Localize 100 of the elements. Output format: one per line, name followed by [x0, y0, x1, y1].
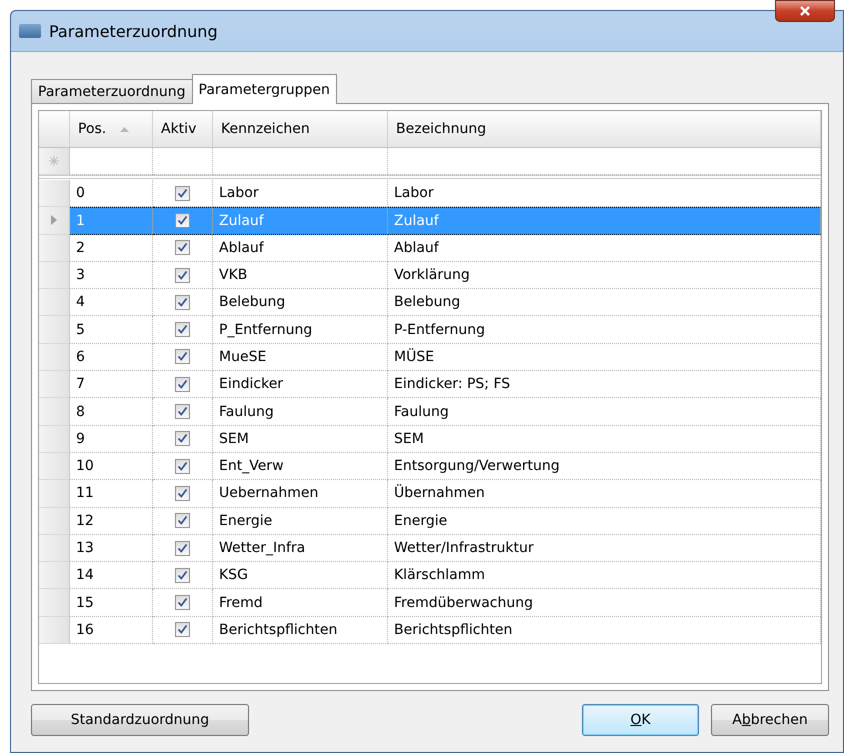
checkbox[interactable]	[175, 431, 190, 446]
checkbox[interactable]	[175, 568, 190, 583]
table-cell: 12	[70, 508, 153, 535]
table-cell: Energie	[213, 508, 388, 535]
table-cell: Berichtspflichten	[213, 616, 388, 644]
table-cell: 3	[70, 262, 153, 290]
row-header[interactable]	[39, 316, 70, 344]
table-cell: MueSE	[213, 344, 388, 372]
table-cell: Ablauf	[213, 234, 388, 262]
table-cell: 0	[70, 180, 153, 208]
table-cell: 14	[70, 562, 153, 590]
checkbox[interactable]	[175, 349, 190, 364]
checkbox[interactable]	[175, 294, 190, 310]
table-cell: 7	[70, 371, 153, 398]
table-cell: Eindicker	[213, 371, 388, 398]
table-cell: Übernahmen	[388, 480, 821, 508]
table-cell: Fremdüberwachung	[388, 589, 821, 617]
column-header[interactable]: Bezeichnung	[388, 111, 821, 148]
row-header[interactable]	[39, 289, 70, 316]
table-cell: Labor	[388, 180, 821, 208]
table-cell: Entsorgung/Verwertung	[388, 452, 821, 480]
current-row-icon	[51, 215, 57, 226]
checkbox[interactable]	[175, 322, 190, 338]
table-cell: Eindicker: PS; FS	[388, 371, 821, 398]
table-cell: Energie	[388, 508, 821, 535]
table-cell: Uebernahmen	[213, 480, 388, 508]
table-cell: 6	[70, 344, 153, 372]
tab[interactable]: Parametergruppen	[192, 74, 337, 104]
table-cell: 5	[70, 316, 153, 344]
table-cell: Faulung	[388, 398, 821, 426]
row-header[interactable]	[39, 480, 70, 508]
row-header[interactable]	[39, 262, 70, 290]
table-cell: SEM	[213, 426, 388, 453]
table-cell: P_Entfernung	[213, 316, 388, 344]
close-icon	[799, 5, 811, 17]
checkbox[interactable]	[175, 540, 190, 556]
table-cell: MÜSE	[388, 344, 821, 372]
table-cell: Klärschlamm	[388, 562, 821, 590]
checkbox[interactable]	[175, 595, 190, 610]
table-cell: 11	[70, 480, 153, 508]
table-cell: 4	[70, 289, 153, 316]
app-logo-icon	[19, 24, 41, 38]
row-header[interactable]	[39, 426, 70, 453]
window-title: Parameterzuordnung	[49, 22, 218, 40]
checkbox[interactable]	[175, 240, 190, 256]
table-cell: Faulung	[213, 398, 388, 426]
row-header[interactable]	[39, 371, 70, 398]
ok-button[interactable]: OK	[582, 704, 699, 736]
checkbox[interactable]	[175, 458, 190, 474]
table-cell: Zulauf	[213, 207, 388, 235]
checkbox[interactable]	[175, 376, 190, 392]
cancel-button[interactable]: Abbrechen	[711, 704, 829, 736]
row-header[interactable]	[39, 234, 70, 262]
checkbox[interactable]	[175, 186, 190, 201]
row-header[interactable]	[39, 180, 70, 208]
table-cell: 16	[70, 616, 153, 644]
table-cell: Zulauf	[388, 207, 821, 235]
row-header[interactable]	[39, 452, 70, 480]
row-header[interactable]	[39, 398, 70, 426]
asterisk-icon	[49, 156, 59, 166]
checkbox[interactable]	[175, 513, 190, 528]
row-header[interactable]	[39, 562, 70, 590]
table-cell: VKB	[213, 262, 388, 290]
checkbox[interactable]	[175, 622, 190, 638]
table-cell: Ent_Verw	[213, 452, 388, 480]
table-cell: KSG	[213, 562, 388, 590]
table-cell: 2	[70, 234, 153, 262]
row-header[interactable]	[39, 589, 70, 617]
table-cell: Belebung	[213, 289, 388, 316]
row-header[interactable]	[39, 207, 70, 235]
sort-arrow-icon	[120, 126, 130, 132]
tab[interactable]: Parameterzuordnung	[31, 79, 193, 104]
standard-button[interactable]: Standardzuordnung	[31, 704, 249, 736]
row-header[interactable]	[39, 534, 70, 562]
row-header[interactable]	[39, 344, 70, 372]
close-button[interactable]	[775, 0, 835, 22]
column-header[interactable]: Kennzeichen	[213, 111, 388, 148]
table-cell: Wetter/Infrastruktur	[388, 534, 821, 562]
table-cell: Fremd	[213, 589, 388, 617]
table-cell: 8	[70, 398, 153, 426]
column-header[interactable]: Aktiv	[153, 111, 213, 148]
table-cell: SEM	[388, 426, 821, 453]
table-cell: 15	[70, 589, 153, 617]
table-cell: 9	[70, 426, 153, 453]
table-cell: 13	[70, 534, 153, 562]
row-header[interactable]	[39, 508, 70, 535]
table-cell: 1	[70, 207, 153, 235]
column-header[interactable]: Pos.	[70, 111, 153, 148]
table-cell: Labor	[213, 180, 388, 208]
table-cell: Ablauf	[388, 234, 821, 262]
checkbox[interactable]	[175, 213, 190, 228]
table-cell: 10	[70, 452, 153, 480]
table-cell: Vorklärung	[388, 262, 821, 290]
row-header[interactable]	[39, 616, 70, 644]
checkbox[interactable]	[175, 486, 190, 501]
table-cell: Wetter_Infra	[213, 534, 388, 562]
checkbox[interactable]	[175, 404, 190, 420]
checkbox[interactable]	[175, 268, 190, 283]
table-cell: Belebung	[388, 289, 821, 316]
table-cell: Berichtspflichten	[388, 616, 821, 644]
